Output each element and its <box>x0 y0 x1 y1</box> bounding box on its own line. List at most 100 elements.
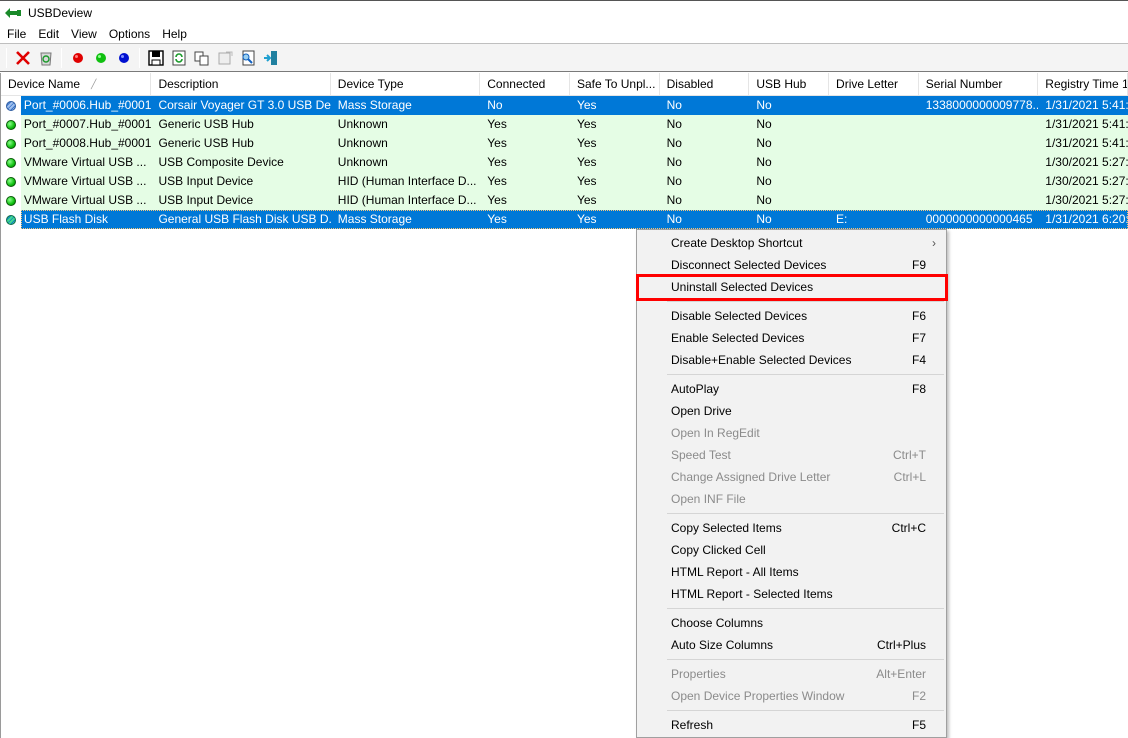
menu-item-auto-size-columns[interactable]: Auto Size Columns Ctrl+Plus <box>637 634 946 656</box>
cell-safe-to-unplug: Yes <box>569 172 660 191</box>
column-header-usb-hub[interactable]: USB Hub <box>749 73 830 96</box>
copy-button[interactable] <box>190 47 213 69</box>
cell-serial-number <box>918 134 1039 153</box>
column-header-disabled[interactable]: Disabled <box>660 73 750 96</box>
column-header-serial-number[interactable]: Serial Number <box>919 73 1039 96</box>
menu-item-open-inf-file: Open INF File <box>637 488 946 510</box>
menu-view[interactable]: View <box>65 24 103 44</box>
table-row[interactable]: Port_#0008.Hub_#0001 Generic USB Hub Unkno… <box>1 134 1128 153</box>
cell-serial-number <box>918 153 1039 172</box>
menu-options[interactable]: Options <box>103 24 156 44</box>
menu-item-autoplay[interactable]: AutoPlay F8 <box>637 378 946 400</box>
menu-item-shortcut: F8 <box>911 382 926 396</box>
cell-registry-time: 1/30/2021 5:27: <box>1038 153 1128 172</box>
device-status-icon <box>5 119 16 130</box>
green-dot-icon <box>95 52 106 63</box>
menu-item-label: Create Desktop Shortcut <box>671 236 803 250</box>
copy-icon <box>194 51 208 65</box>
menu-item-shortcut: Ctrl+C <box>891 521 926 535</box>
disconnect-button[interactable] <box>11 47 34 69</box>
cell-safe-to-unplug: Yes <box>569 115 660 134</box>
table-row[interactable]: VMware Virtual USB ... USB Input Device HI… <box>1 191 1128 210</box>
device-status-icon <box>5 100 16 111</box>
status-cell <box>1 153 21 172</box>
menu-item-disable-selected-devices[interactable]: Disable Selected Devices F6 <box>637 305 946 327</box>
save-button[interactable] <box>144 47 167 69</box>
cell-registry-time: 1/31/2021 5:41: <box>1038 134 1128 153</box>
exit-button[interactable] <box>259 47 282 69</box>
save-icon <box>147 49 164 66</box>
menu-item-refresh[interactable]: Refresh F5 <box>637 714 946 736</box>
usb-plug-icon <box>5 7 21 18</box>
cell-usb-hub: No <box>749 153 830 172</box>
menu-item-label: Copy Selected Items <box>671 521 782 535</box>
menu-item-copy-clicked-cell[interactable]: Copy Clicked Cell <box>637 539 946 561</box>
column-header-registry-time[interactable]: Registry Time 1 <box>1038 73 1128 96</box>
menu-item-enable-selected-devices[interactable]: Enable Selected Devices F7 <box>637 327 946 349</box>
menu-item-disable-enable-selected-devices[interactable]: Disable+Enable Selected Devices F4 <box>637 349 946 371</box>
uninstall-button[interactable] <box>34 47 57 69</box>
device-list[interactable]: Device Name ╱ Description Device Type Connec… <box>0 73 1128 738</box>
status-cell <box>1 115 21 134</box>
menu-item-open-device-properties-window: Open Device Properties Window F2 <box>637 685 946 707</box>
menu-item-label: Open Device Properties Window <box>671 689 845 703</box>
menu-item-open-drive[interactable]: Open Drive <box>637 400 946 422</box>
blue-dot-icon <box>118 52 129 63</box>
column-header-device-name[interactable]: Device Name ╱ <box>1 73 152 96</box>
cell-serial-number <box>918 191 1039 210</box>
cell-device-name: USB Flash Disk <box>20 210 152 229</box>
cell-disabled: No <box>659 134 750 153</box>
sort-indicator-icon: ╱ <box>91 79 97 89</box>
blue-status-button[interactable] <box>112 47 135 69</box>
cell-description: USB Composite Device <box>151 153 331 172</box>
properties-button[interactable] <box>213 47 236 69</box>
green-status-button[interactable] <box>89 47 112 69</box>
red-status-button[interactable] <box>66 47 89 69</box>
find-button[interactable] <box>236 47 259 69</box>
cell-device-type: HID (Human Interface D... <box>330 172 481 191</box>
cell-description: USB Input Device <box>151 172 331 191</box>
menu-edit[interactable]: Edit <box>32 24 65 44</box>
menu-file[interactable]: File <box>0 24 32 44</box>
menu-item-choose-columns[interactable]: Choose Columns <box>637 612 946 634</box>
table-row[interactable]: VMware Virtual USB ... USB Composite Devi… <box>1 153 1128 172</box>
menu-separator <box>667 374 944 375</box>
menu-item-html-report-all-items[interactable]: HTML Report - All Items <box>637 561 946 583</box>
menu-item-label: HTML Report - All Items <box>671 565 799 579</box>
column-header-drive-letter[interactable]: Drive Letter <box>829 73 919 96</box>
cell-safe-to-unplug: Yes <box>569 134 660 153</box>
table-row[interactable]: VMware Virtual USB ... USB Input Device HI… <box>1 172 1128 191</box>
menu-item-uninstall-selected-devices[interactable]: Uninstall Selected Devices <box>637 276 946 298</box>
column-header-device-type[interactable]: Device Type <box>331 73 481 96</box>
cell-device-name: Port_#0008.Hub_#0001 <box>20 134 152 153</box>
menu-item-shortcut <box>856 583 946 605</box>
cell-description: Generic USB Hub <box>151 134 331 153</box>
menu-item-label: Open In RegEdit <box>671 426 760 440</box>
cell-drive-letter <box>829 172 919 191</box>
toolbar-separator <box>61 47 62 68</box>
column-header-connected[interactable]: Connected <box>480 73 570 96</box>
context-menu: Create Desktop Shortcut › Disconnect Selec… <box>636 229 947 738</box>
cell-device-type: Mass Storage <box>330 210 481 229</box>
menu-help[interactable]: Help <box>156 24 193 44</box>
menu-separator <box>667 659 944 660</box>
refresh-button[interactable] <box>167 47 190 69</box>
menu-item-label: Refresh <box>671 718 714 732</box>
menu-item-create-desktop-shortcut[interactable]: Create Desktop Shortcut › <box>637 232 946 254</box>
menu-separator <box>667 608 944 609</box>
column-header-description[interactable]: Description <box>151 73 331 96</box>
menu-item-shortcut: Ctrl+Plus <box>876 638 926 652</box>
table-row[interactable]: USB Flash Disk General USB Flash Disk USB… <box>1 210 1128 229</box>
menu-item-copy-selected-items[interactable]: Copy Selected Items Ctrl+C <box>637 517 946 539</box>
title-bar: USBDeview <box>0 0 1128 24</box>
menu-item-disconnect-selected-devices[interactable]: Disconnect Selected Devices F9 <box>637 254 946 276</box>
column-header-safe-to-unplug[interactable]: Safe To Unpl... <box>570 73 660 96</box>
status-cell <box>1 96 21 115</box>
menu-item-html-report-selected-items[interactable]: HTML Report - Selected Items <box>637 583 946 605</box>
cell-safe-to-unplug: Yes <box>569 96 660 115</box>
table-row[interactable]: Port_#0007.Hub_#0001 Generic USB Hub Unkno… <box>1 115 1128 134</box>
table-row[interactable]: Port_#0006.Hub_#0001 Corsair Voyager GT 3… <box>1 96 1128 115</box>
cell-disabled: No <box>659 191 750 210</box>
cell-connected: No <box>480 96 570 115</box>
cell-safe-to-unplug: Yes <box>569 210 660 229</box>
